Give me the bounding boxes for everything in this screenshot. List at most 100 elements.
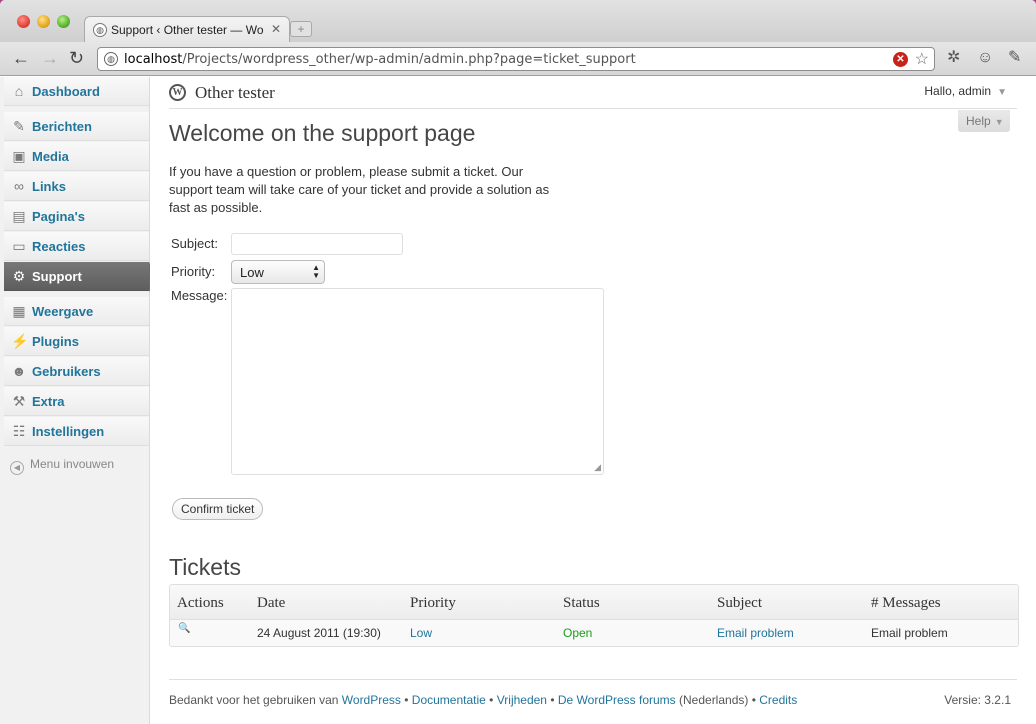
pushpin-icon: ✎ (13, 118, 25, 134)
help-tab-button[interactable]: Help ▼ (958, 110, 1010, 132)
column-header-priority: Priority (410, 595, 456, 611)
page-title: Welcome on the support page (169, 120, 476, 146)
sidebar-item-weergave[interactable]: ▦ Weergave (4, 297, 149, 326)
zoom-window-button[interactable] (57, 15, 70, 28)
ticket-date: 24 August 2011 (19:30) (257, 626, 381, 640)
chevron-down-icon: ▼ (997, 87, 1007, 98)
sidebar-item-reacties[interactable]: ▭ Reacties (4, 232, 149, 261)
wordpress-logo-icon: W (169, 84, 186, 101)
footer-link-documentatie[interactable]: Documentatie (412, 693, 486, 707)
smiley-extension-icon[interactable]: ☺ (977, 50, 993, 66)
footer-prefix: Bedankt voor het gebruiken van (169, 693, 342, 707)
footer-link-credits[interactable]: Credits (759, 693, 797, 707)
chevron-down-icon: ▼ (994, 117, 1004, 127)
browser-toolbar: ← → ↻ ◍ localhost/Projects/wordpress_oth… (0, 42, 1036, 76)
browser-tab[interactable]: ◍ Support ‹ Other tester — Wo ✕ (84, 16, 290, 43)
message-textarea[interactable]: ◢ (231, 288, 604, 475)
collapse-menu-button[interactable]: ◀ Menu invouwen (10, 457, 114, 475)
footer-link-vrijheden[interactable]: Vrijheden (497, 693, 547, 707)
priority-selected-value: Low (240, 265, 264, 280)
ticket-status: Open (563, 626, 593, 640)
tab-bar: ◍ Support ‹ Other tester — Wo ✕ + (0, 0, 1036, 43)
resize-grip-icon[interactable]: ◢ (594, 462, 601, 473)
tab-title: Support ‹ Other tester — Wo (111, 23, 264, 37)
house-icon: ⌂ (14, 83, 24, 99)
help-label: Help (966, 114, 991, 128)
user-greeting[interactable]: Hallo, admin ▼ (924, 84, 1007, 98)
bug-extension-icon[interactable]: ✲ (947, 50, 960, 66)
browser-window: ◍ Support ‹ Other tester — Wo ✕ + ← → ↻ … (0, 0, 1036, 724)
sidebar-item-label: Media (32, 149, 69, 164)
sidebar-item-label: Extra (32, 394, 65, 409)
footer-forums-suffix: (Nederlands) • (675, 693, 760, 707)
table-header: Actions Date Priority Status Subject # M… (170, 585, 1018, 620)
url-text[interactable]: localhost/Projects/wordpress_other/wp-ad… (124, 52, 636, 67)
media-icon: ▣ (12, 148, 26, 164)
reload-icon[interactable]: ↻ (69, 49, 84, 67)
sidebar-item-label: Instellingen (32, 424, 105, 439)
sidebar-item-label: Support (32, 269, 82, 284)
sidebar-item-label: Plugins (32, 334, 79, 349)
sidebar-item-label: Reacties (32, 239, 86, 254)
footer-link-wordpress[interactable]: WordPress (342, 693, 401, 707)
blocked-content-icon[interactable]: ✕ (893, 52, 908, 67)
back-arrow-icon[interactable]: ← (12, 49, 30, 67)
message-label: Message: (171, 288, 228, 303)
sidebar-item-label: Weergave (32, 304, 94, 319)
close-window-button[interactable] (17, 15, 30, 28)
sidebar-item-extra[interactable]: ⚒ Extra (4, 387, 149, 416)
bookmark-star-icon[interactable]: ☆ (915, 49, 929, 69)
footer-separator: • (546, 693, 558, 707)
globe-icon: ◍ (93, 23, 107, 37)
footer-separator: • (400, 693, 412, 707)
ticket-priority[interactable]: Low (410, 626, 432, 640)
footer-separator: • (485, 693, 497, 707)
admin-footer: Bedankt voor het gebruiken van WordPress… (169, 679, 1017, 724)
column-header-subject: Subject (717, 595, 762, 611)
sidebar-item-gebruikers[interactable]: ☻ Gebruikers (4, 357, 149, 386)
ticket-subject[interactable]: Email problem (717, 626, 794, 640)
url-path: /Projects/wordpress_other/wp-admin/admin… (182, 52, 636, 67)
site-name[interactable]: Other tester (195, 83, 275, 103)
column-header-messages: # Messages (871, 595, 941, 611)
sidebar-item-label: Dashboard (32, 84, 100, 99)
version-text: Versie: 3.2.1 (944, 693, 1011, 707)
table-row: 🔍 24 August 2011 (19:30) Low Open Email … (170, 620, 1018, 646)
footer-link-forums[interactable]: De WordPress forums (558, 693, 676, 707)
sidebar-item-dashboard[interactable]: ⌂ Dashboard (4, 77, 149, 106)
address-bar[interactable]: ◍ localhost/Projects/wordpress_other/wp-… (97, 47, 935, 71)
sidebar-item-instellingen[interactable]: ☷ Instellingen (4, 417, 149, 446)
sidebar-item-support[interactable]: ⚙ Support (4, 262, 157, 292)
wrench-icon[interactable]: ✎ (1008, 50, 1021, 66)
footer-credits: Bedankt voor het gebruiken van WordPress… (169, 693, 797, 707)
sliders-icon: ☷ (12, 423, 26, 439)
sidebar-item-berichten[interactable]: ✎ Berichten (4, 112, 149, 141)
sidebar-item-label: Pagina's (32, 209, 85, 224)
users-icon: ☻ (11, 363, 27, 379)
sidebar-item-media[interactable]: ▣ Media (4, 142, 149, 171)
priority-label: Priority: (171, 264, 216, 279)
ticket-messages: Email problem (871, 626, 948, 640)
subject-input[interactable] (231, 233, 403, 255)
admin-sidebar: ⌂ Dashboard ✎ Berichten ▣ Media ∞ Links … (0, 77, 157, 724)
subject-label: Subject: (171, 236, 218, 251)
priority-select[interactable]: Low ▲ ▼ (231, 260, 325, 284)
chain-link-icon: ∞ (14, 178, 24, 194)
admin-header: W Other tester Hallo, admin ▼ (169, 77, 1017, 109)
sidebar-item-label: Gebruikers (32, 364, 101, 379)
sidebar-item-label: Links (32, 179, 66, 194)
close-tab-icon[interactable]: ✕ (271, 22, 281, 36)
collapse-arrow-icon: ◀ (10, 461, 24, 475)
confirm-ticket-button[interactable]: Confirm ticket (172, 498, 264, 520)
gear-icon: ⚙ (12, 268, 26, 284)
new-tab-button[interactable]: + (290, 21, 312, 37)
key-icon[interactable]: 🔍 (178, 623, 190, 634)
minimize-window-button[interactable] (37, 15, 50, 28)
forward-arrow-icon[interactable]: → (41, 49, 59, 67)
comment-bubble-icon: ▭ (12, 238, 26, 254)
sidebar-item-plugins[interactable]: ⚡ Plugins (4, 327, 149, 356)
plug-icon: ⚡ (11, 333, 29, 349)
sidebar-item-links[interactable]: ∞ Links (4, 172, 149, 201)
column-header-status: Status (563, 595, 600, 611)
sidebar-item-paginas[interactable]: ▤ Pagina's (4, 202, 149, 231)
